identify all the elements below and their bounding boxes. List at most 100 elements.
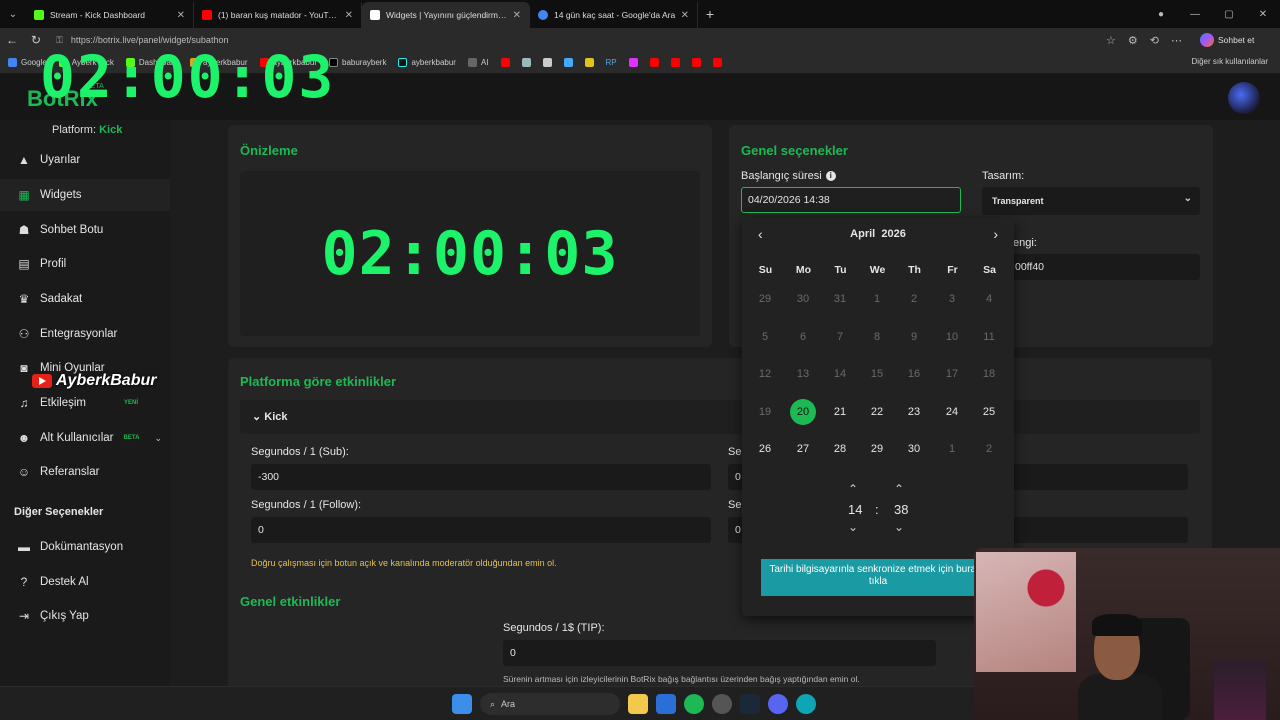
bookmark-item[interactable]: RP — [606, 58, 617, 67]
close-tab-icon[interactable]: ✕ — [513, 10, 521, 21]
tab-youtube[interactable]: (1) baran kuş matador - YouTube ✕ — [194, 2, 362, 28]
calendar-day[interactable]: 30 — [790, 286, 816, 312]
minute-value[interactable]: 38 — [894, 502, 908, 517]
sync-date-button[interactable]: Tarihi bilgisayarınla senkronize etmek i… — [761, 559, 995, 596]
calendar-day[interactable]: 21 — [827, 399, 853, 425]
calendar-day[interactable]: 29 — [752, 286, 778, 312]
discord-icon[interactable] — [768, 694, 788, 714]
sidebar-item-sohbet-botu[interactable]: ☗ Sohbet Botu — [0, 214, 170, 246]
sidebar-item-alt-kullanicilar[interactable]: ☻ Alt Kullanıcılar BETA ⌄ — [0, 422, 170, 454]
calendar-day[interactable]: 4 — [976, 286, 1002, 312]
calendar-day[interactable]: 28 — [827, 436, 853, 462]
maximize-icon[interactable]: ▢ — [1212, 9, 1246, 20]
bookmark-item[interactable] — [649, 58, 659, 67]
other-bookmarks[interactable]: Diğer sık kullanılanlar — [1192, 57, 1268, 66]
calendar-day[interactable]: 11 — [976, 324, 1002, 350]
favorite-star-icon[interactable]: ☆ — [1106, 34, 1116, 47]
calendar-day-selected[interactable]: 20 — [790, 398, 816, 425]
sidebar-item-sadakat[interactable]: ♛ Sadakat — [0, 283, 170, 315]
spotify-icon[interactable] — [684, 694, 704, 714]
more-options-icon[interactable]: ⋯ — [1171, 34, 1182, 47]
bookmark-item[interactable]: baburayberk — [329, 58, 386, 67]
sidebar-item-etkilesim[interactable]: ♫ Etkileşim YENİ — [0, 387, 170, 419]
bookmark-item[interactable] — [712, 58, 722, 67]
minute-up-icon[interactable]: ⌃ — [894, 482, 904, 496]
bookmark-item[interactable] — [563, 58, 573, 67]
bookmark-item[interactable]: AI — [467, 58, 489, 67]
back-icon[interactable]: ← — [0, 33, 24, 47]
tab-list-button[interactable]: ⌄ — [0, 0, 26, 28]
obs-icon[interactable] — [712, 694, 732, 714]
close-tab-icon[interactable]: ✕ — [177, 10, 185, 21]
calendar-day[interactable]: 23 — [901, 399, 927, 425]
hour-value[interactable]: 14 — [848, 502, 862, 517]
sidebar-item-referanslar[interactable]: ☺ Referanslar — [0, 456, 170, 488]
calendar-day[interactable]: 19 — [752, 399, 778, 425]
sidebar-item-destek-al[interactable]: ? Destek Al — [0, 566, 170, 598]
calendar-day[interactable]: 1 — [939, 436, 965, 462]
calendar-day[interactable]: 5 — [752, 324, 778, 350]
calendar-day[interactable]: 25 — [976, 399, 1002, 425]
bookmark-item[interactable] — [521, 58, 531, 67]
calendar-day[interactable]: 17 — [939, 361, 965, 387]
sidebar-item-entegrasyonlar[interactable]: ⚇ Entegrasyonlar — [0, 318, 170, 350]
calendar-day[interactable]: 30 — [901, 436, 927, 462]
close-tab-icon[interactable]: ✕ — [681, 10, 689, 21]
calendar-day[interactable]: 24 — [939, 399, 965, 425]
bookmark-item[interactable] — [584, 58, 594, 67]
tab-kick[interactable]: Stream - Kick Dashboard ✕ — [26, 2, 194, 28]
calendar-day[interactable]: 13 — [790, 361, 816, 387]
close-window-icon[interactable]: ✕ — [1246, 9, 1280, 20]
edge-icon[interactable] — [796, 694, 816, 714]
color-input[interactable]: 00ff40 — [982, 254, 1200, 280]
history-icon[interactable]: ⟲ — [1150, 34, 1159, 47]
profile-icon[interactable]: ● — [1144, 9, 1178, 20]
calendar-day[interactable]: 27 — [790, 436, 816, 462]
minute-down-icon[interactable]: ⌄ — [894, 520, 904, 534]
calendar-day[interactable]: 14 — [827, 361, 853, 387]
calendar-day[interactable]: 8 — [864, 324, 890, 350]
close-tab-icon[interactable]: ✕ — [345, 10, 353, 21]
tab-widgets[interactable]: Widgets | Yayınını güçlendirmek i... ✕ — [362, 2, 530, 28]
hour-down-icon[interactable]: ⌄ — [848, 520, 858, 534]
extensions-icon[interactable]: ⚙ — [1128, 34, 1138, 47]
calendar-day[interactable]: 3 — [939, 286, 965, 312]
bookmark-item[interactable]: ayberkbabur — [398, 58, 456, 67]
bookmark-item[interactable] — [670, 58, 680, 67]
chat-button[interactable]: Sohbet et — [1199, 33, 1254, 47]
calendar-day[interactable]: 31 — [827, 286, 853, 312]
calendar-day[interactable]: 1 — [864, 286, 890, 312]
minimize-icon[interactable]: — — [1178, 9, 1212, 20]
calendar-day[interactable]: 2 — [976, 436, 1002, 462]
taskbar-search[interactable]: ⌕ Ara — [480, 693, 620, 715]
calendar-day[interactable]: 26 — [752, 436, 778, 462]
start-time-input[interactable]: 04/20/2026 14:38 — [741, 187, 961, 213]
calendar-day[interactable]: 6 — [790, 324, 816, 350]
file-explorer-icon[interactable] — [628, 694, 648, 714]
calendar-day[interactable]: 10 — [939, 324, 965, 350]
sidebar-item-cikis-yap[interactable]: ⇥ Çıkış Yap — [0, 600, 170, 632]
sidebar-item-widgets[interactable]: ▦ Widgets — [0, 179, 170, 211]
calendar-day[interactable]: 12 — [752, 361, 778, 387]
new-tab-button[interactable]: + — [698, 6, 722, 22]
kick-accordion-header[interactable]: ⌄ Kick — [240, 400, 1200, 434]
calendar-day[interactable]: 29 — [864, 436, 890, 462]
sidebar-item-profil[interactable]: ▤ Profil — [0, 248, 170, 280]
steam-icon[interactable] — [740, 694, 760, 714]
follow-seconds-input[interactable]: 0 — [251, 517, 711, 543]
hour-up-icon[interactable]: ⌃ — [848, 482, 858, 496]
calendar-day[interactable]: 22 — [864, 399, 890, 425]
calendar-day[interactable]: 15 — [864, 361, 890, 387]
bookmark-item[interactable] — [542, 58, 552, 67]
sidebar-item-uyarilar[interactable]: ▲ Uyarılar — [0, 144, 170, 176]
tab-google[interactable]: 14 gün kaç saat - Google'da Ara ✕ — [530, 2, 698, 28]
design-select[interactable]: Transparent ⌄ — [982, 187, 1200, 215]
sidebar-item-dokumantasyon[interactable]: ▬ Dokümantasyon — [0, 531, 170, 563]
calendar-day[interactable]: 9 — [901, 324, 927, 350]
calendar-day[interactable]: 2 — [901, 286, 927, 312]
calendar-day[interactable]: 18 — [976, 361, 1002, 387]
calendar-day[interactable]: 16 — [901, 361, 927, 387]
user-avatar[interactable] — [1228, 82, 1260, 114]
tip-seconds-input[interactable]: 0 — [503, 640, 936, 666]
bookmark-item[interactable] — [500, 58, 510, 67]
